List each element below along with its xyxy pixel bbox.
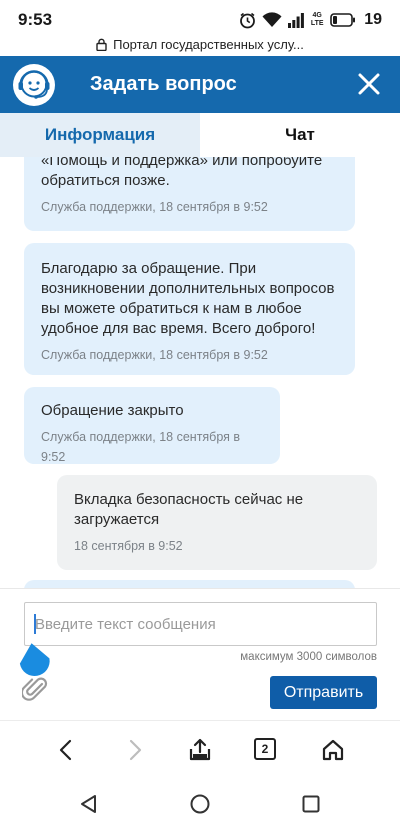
support-message: Благодарю за обращение. При возникновени…: [24, 243, 355, 375]
nav-home-icon[interactable]: [189, 793, 211, 815]
support-message-partial: [24, 580, 355, 588]
chat-tabs: Информация Чат: [0, 113, 400, 157]
message-meta: Служба поддержки, 18 сентября в 9:52: [41, 348, 268, 362]
home-icon[interactable]: [321, 738, 345, 762]
tab-chat[interactable]: Чат: [200, 113, 400, 157]
chat-header: Задать вопрос: [0, 56, 400, 113]
status-icons: 4G LTE 19: [239, 11, 382, 29]
support-operator-icon: [13, 64, 55, 106]
user-message: Вкладка безопасность сейчас не загружает…: [57, 475, 377, 570]
url-bar[interactable]: Портал государственных услу...: [0, 32, 400, 56]
alarm-icon: [240, 12, 256, 28]
message-text: Вкладка безопасность сейчас не загружает…: [74, 491, 304, 528]
wifi-icon: [262, 12, 282, 27]
support-message: Обращение закрыто Служба поддержки, 18 с…: [24, 387, 280, 464]
send-button[interactable]: Отправить: [270, 676, 377, 709]
share-icon[interactable]: [188, 738, 212, 762]
chevron-right-icon[interactable]: [122, 738, 146, 762]
character-limit-hint: максимум 3000 символов: [240, 651, 377, 663]
message-text: «Помощь и поддержка» или попробуйте обра…: [41, 157, 323, 189]
message-meta: 18 сентября в 9:52: [74, 539, 183, 553]
paperclip-icon[interactable]: [22, 676, 50, 704]
chat-title: Задать вопрос: [90, 73, 237, 95]
message-meta: Служба поддержки, 18 сентября в 9:52: [41, 200, 268, 214]
message-text: Обращение закрыто: [41, 402, 184, 419]
url-text: Портал государственных услу...: [113, 36, 304, 52]
status-time: 9:53: [18, 10, 53, 29]
message-text: Благодарю за обращение. При возникновени…: [41, 260, 335, 337]
battery-percent: 19: [364, 11, 382, 28]
message-input[interactable]: [24, 602, 377, 646]
text-caret: [34, 614, 36, 634]
system-nav-bar: [0, 778, 400, 831]
tabs-switcher-button[interactable]: 2: [254, 738, 278, 762]
close-icon[interactable]: [356, 71, 382, 97]
message-composer: максимум 3000 символов Отправить: [0, 588, 400, 720]
nav-recents-icon[interactable]: [300, 793, 322, 815]
chat-message-list[interactable]: «Помощь и поддержка» или попробуйте обра…: [0, 157, 400, 588]
nav-back-icon[interactable]: [78, 793, 100, 815]
battery-icon: [330, 13, 356, 27]
signal-icon: [288, 12, 305, 28]
browser-toolbar: 2: [0, 720, 400, 778]
network-type-label: 4G LTE: [310, 12, 324, 27]
chevron-left-icon[interactable]: [55, 738, 79, 762]
support-message: «Помощь и поддержка» или попробуйте обра…: [24, 157, 355, 231]
tab-information[interactable]: Информация: [0, 113, 200, 157]
lock-icon: [96, 38, 107, 51]
tab-count: 2: [254, 738, 276, 760]
message-meta: Служба поддержки, 18 сентября в 9:52: [41, 430, 241, 464]
